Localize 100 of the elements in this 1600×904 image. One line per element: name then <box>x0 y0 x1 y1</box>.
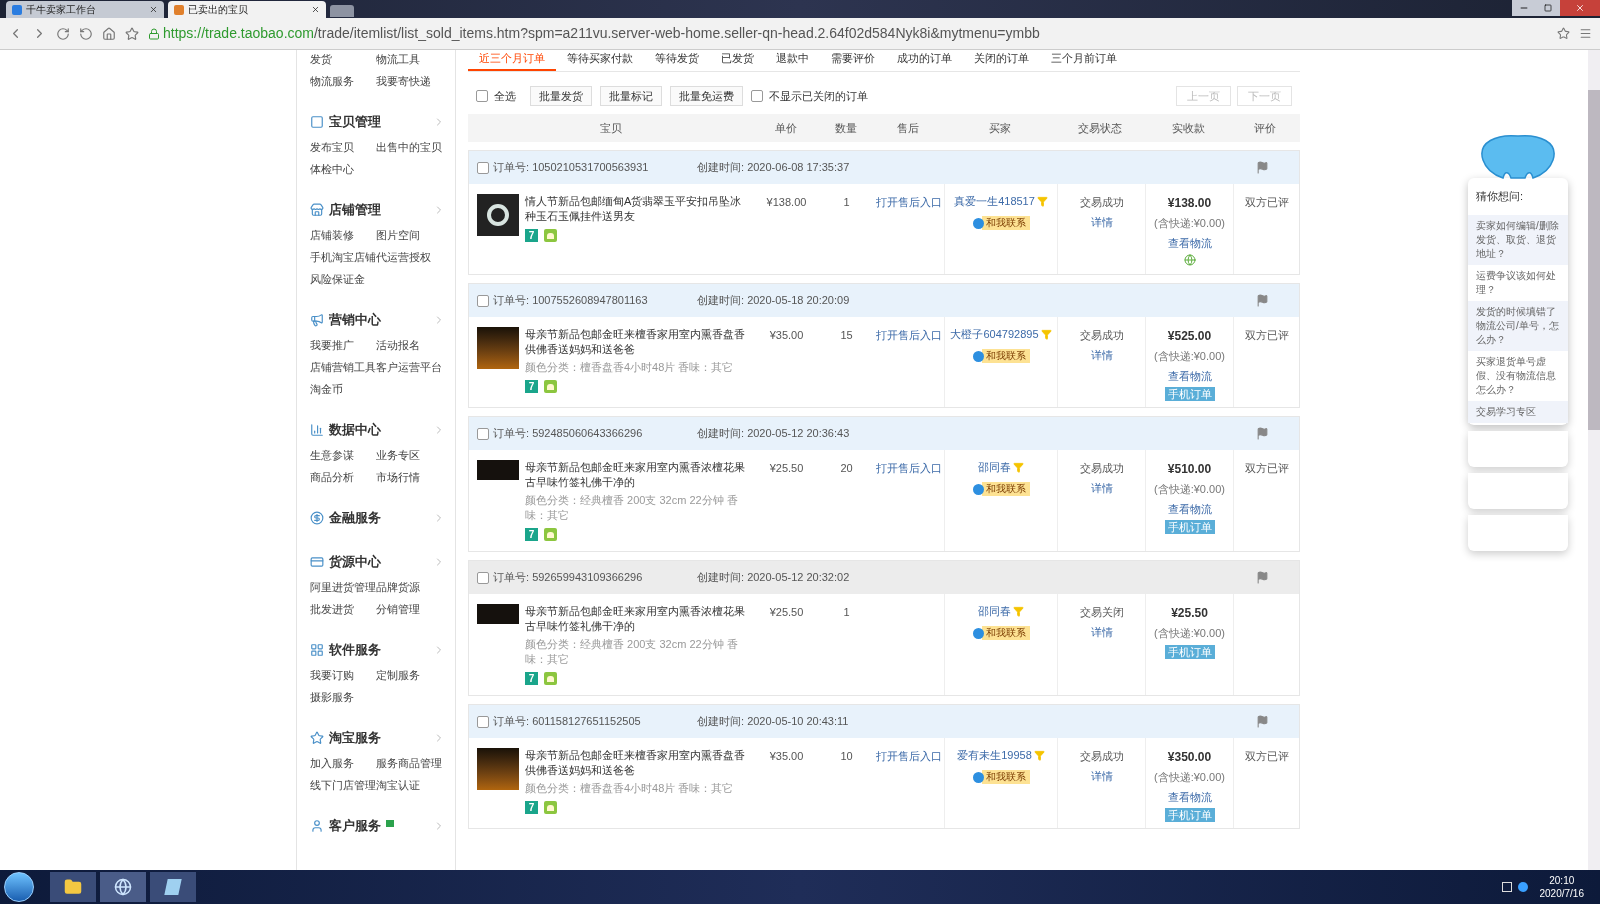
order-tab[interactable]: 退款中 <box>765 50 820 71</box>
sidebar-link[interactable]: 物流服务 <box>310 70 376 92</box>
sidebar-link[interactable]: 发货 <box>310 50 376 70</box>
product-title[interactable]: 母亲节新品包邮金旺来家用室内熏香浓檀花果古早味竹签礼佛干净的 <box>525 460 750 490</box>
order-tab[interactable]: 成功的订单 <box>886 50 963 71</box>
sidebar-heading[interactable]: 客户服务 <box>329 816 381 836</box>
sidebar-heading[interactable]: 宝贝管理 <box>329 112 381 132</box>
checkbox[interactable] <box>477 571 489 584</box>
checkbox[interactable] <box>477 715 489 728</box>
detail-link[interactable]: 详情 <box>1090 213 1113 230</box>
sidebar-link[interactable]: 活动报名 <box>376 334 445 356</box>
sidebar-link[interactable]: 风险保证金 <box>310 268 376 290</box>
browser-tab[interactable]: 已卖出的宝贝 <box>168 1 326 18</box>
sidebar-link[interactable]: 我要寄快递 <box>376 70 445 92</box>
sidebar-link[interactable]: 摄影服务 <box>310 686 376 708</box>
checkbox[interactable] <box>751 90 763 102</box>
flag-icon[interactable] <box>1256 294 1269 307</box>
product-title[interactable]: 母亲节新品包邮金旺来檀香家用室内熏香盘香供佛香送妈妈和送爸爸 <box>525 748 750 778</box>
bookmark-icon[interactable] <box>1557 27 1570 40</box>
batch-button[interactable]: 批量标记 <box>600 86 662 106</box>
after-sale-link[interactable]: 打开售后入口 <box>876 750 942 762</box>
logistics-link[interactable]: 查看物流 <box>1167 788 1212 805</box>
sidebar-heading[interactable]: 数据中心 <box>329 420 381 440</box>
product-title[interactable]: 情人节新品包邮缅甸A货翡翠玉平安扣吊坠冰种玉石玉佩挂件送男友 <box>525 194 750 224</box>
buyer-link[interactable]: 大橙子604792895 <box>950 327 1039 341</box>
detail-link[interactable]: 详情 <box>1090 767 1113 784</box>
checkbox[interactable] <box>476 90 488 102</box>
checkbox[interactable] <box>477 294 489 307</box>
close-icon[interactable] <box>311 5 320 14</box>
helper-question[interactable]: 发货的时候填错了物流公司/单号，怎么办？ <box>1468 300 1568 351</box>
helper-question[interactable]: 买家退货单号虚假、没有物流信息怎么办？ <box>1468 350 1568 401</box>
helper-question[interactable]: 卖家如何编辑/删除发货、取货、退货地址？ <box>1468 214 1568 265</box>
sidebar-link[interactable]: 图片空间 <box>376 224 445 246</box>
maximize-icon[interactable] <box>1536 0 1560 16</box>
buyer-link[interactable]: 邵同春 <box>978 460 1011 474</box>
buyer-link[interactable]: 真爱一生418517 <box>954 194 1035 208</box>
sidebar-link[interactable]: 客户运营平台 <box>376 356 445 378</box>
checkbox[interactable] <box>477 161 489 174</box>
helper-question[interactable]: 交易学习专区 <box>1468 400 1568 423</box>
detail-link[interactable]: 详情 <box>1090 346 1113 363</box>
logistics-link[interactable]: 查看物流 <box>1167 367 1212 384</box>
sidebar-heading[interactable]: 店铺管理 <box>329 200 381 220</box>
contact-me-button[interactable]: 和我联系 <box>981 216 1030 230</box>
batch-button[interactable]: 批量免运费 <box>670 86 743 106</box>
order-tab[interactable]: 等待发货 <box>644 50 710 71</box>
order-tab[interactable]: 等待买家付款 <box>556 50 644 71</box>
sidebar-link[interactable]: 生意参谋 <box>310 444 376 466</box>
after-sale-link[interactable]: 打开售后入口 <box>876 462 942 474</box>
sidebar-link[interactable]: 市场行情 <box>376 466 445 488</box>
order-tab[interactable]: 需要评价 <box>820 50 886 71</box>
checkbox[interactable] <box>477 427 489 440</box>
sidebar-heading[interactable]: 软件服务 <box>329 640 381 660</box>
contact-me-button[interactable]: 和我联系 <box>981 770 1030 784</box>
browser-tab[interactable]: 千牛卖家工作台 <box>6 1 164 18</box>
sidebar-link[interactable]: 体检中心 <box>310 158 376 180</box>
flag-icon[interactable] <box>1256 427 1269 440</box>
sidebar-link[interactable]: 手机淘宝店铺 <box>310 246 376 268</box>
sidebar-link[interactable]: 淘金币 <box>310 378 376 400</box>
sidebar-link[interactable]: 代运营授权 <box>376 246 445 268</box>
contact-me-button[interactable]: 和我联系 <box>981 626 1030 640</box>
buyer-link[interactable]: 爱有未生19958 <box>957 748 1032 762</box>
taskbar-app-button[interactable] <box>150 872 196 902</box>
sidebar-link[interactable]: 定制服务 <box>376 664 445 686</box>
sidebar-link[interactable]: 品牌货源 <box>376 576 445 598</box>
reload-icon[interactable] <box>56 26 70 41</box>
after-sale-link[interactable]: 打开售后入口 <box>876 329 942 341</box>
logistics-link[interactable]: 查看物流 <box>1167 500 1212 517</box>
flag-icon[interactable] <box>1256 161 1269 174</box>
product-title[interactable]: 母亲节新品包邮金旺来家用室内熏香浓檀花果古早味竹签礼佛干净的 <box>525 604 750 634</box>
scrollbar-thumb[interactable] <box>1588 90 1600 430</box>
star-icon[interactable] <box>125 26 139 41</box>
buyer-link[interactable]: 邵同春 <box>978 604 1011 618</box>
contact-me-button[interactable]: 和我联系 <box>981 349 1030 363</box>
sidebar-link[interactable]: 淘宝认证 <box>376 774 445 796</box>
contact-me-button[interactable]: 和我联系 <box>981 482 1030 496</box>
sidebar-link[interactable]: 业务专区 <box>376 444 445 466</box>
sidebar-link[interactable]: 我要订购 <box>310 664 376 686</box>
order-tab[interactable]: 关闭的订单 <box>963 50 1040 71</box>
sidebar-link[interactable]: 出售中的宝贝 <box>376 136 445 158</box>
logistics-link[interactable]: 查看物流 <box>1167 234 1212 251</box>
sidebar-link[interactable]: 线下门店管理 <box>310 774 376 796</box>
menu-icon[interactable] <box>1579 27 1592 40</box>
detail-link[interactable]: 详情 <box>1090 623 1113 640</box>
sidebar-link[interactable]: 批发进货 <box>310 598 376 620</box>
detail-link[interactable]: 详情 <box>1090 479 1113 496</box>
flag-icon[interactable] <box>1256 715 1269 728</box>
sidebar-heading[interactable]: 淘宝服务 <box>329 728 381 748</box>
minimize-icon[interactable] <box>1512 0 1536 16</box>
flag-icon[interactable] <box>1256 571 1269 584</box>
sidebar-link[interactable]: 我要推广 <box>310 334 376 356</box>
order-tab[interactable]: 三个月前订单 <box>1040 50 1128 71</box>
sidebar-link[interactable]: 分销管理 <box>376 598 445 620</box>
sidebar-link[interactable]: 商品分析 <box>310 466 376 488</box>
sidebar-link[interactable]: 店铺装修 <box>310 224 376 246</box>
sidebar-link[interactable]: 加入服务 <box>310 752 376 774</box>
sidebar-link[interactable]: 店铺营销工具 <box>310 356 376 378</box>
sidebar-heading[interactable]: 金融服务 <box>329 508 381 528</box>
sidebar-link[interactable]: 物流工具 <box>376 50 445 70</box>
helper-question[interactable]: 运费争议该如何处理？ <box>1468 264 1568 301</box>
sidebar-link[interactable]: 阿里进货管理 <box>310 576 376 598</box>
